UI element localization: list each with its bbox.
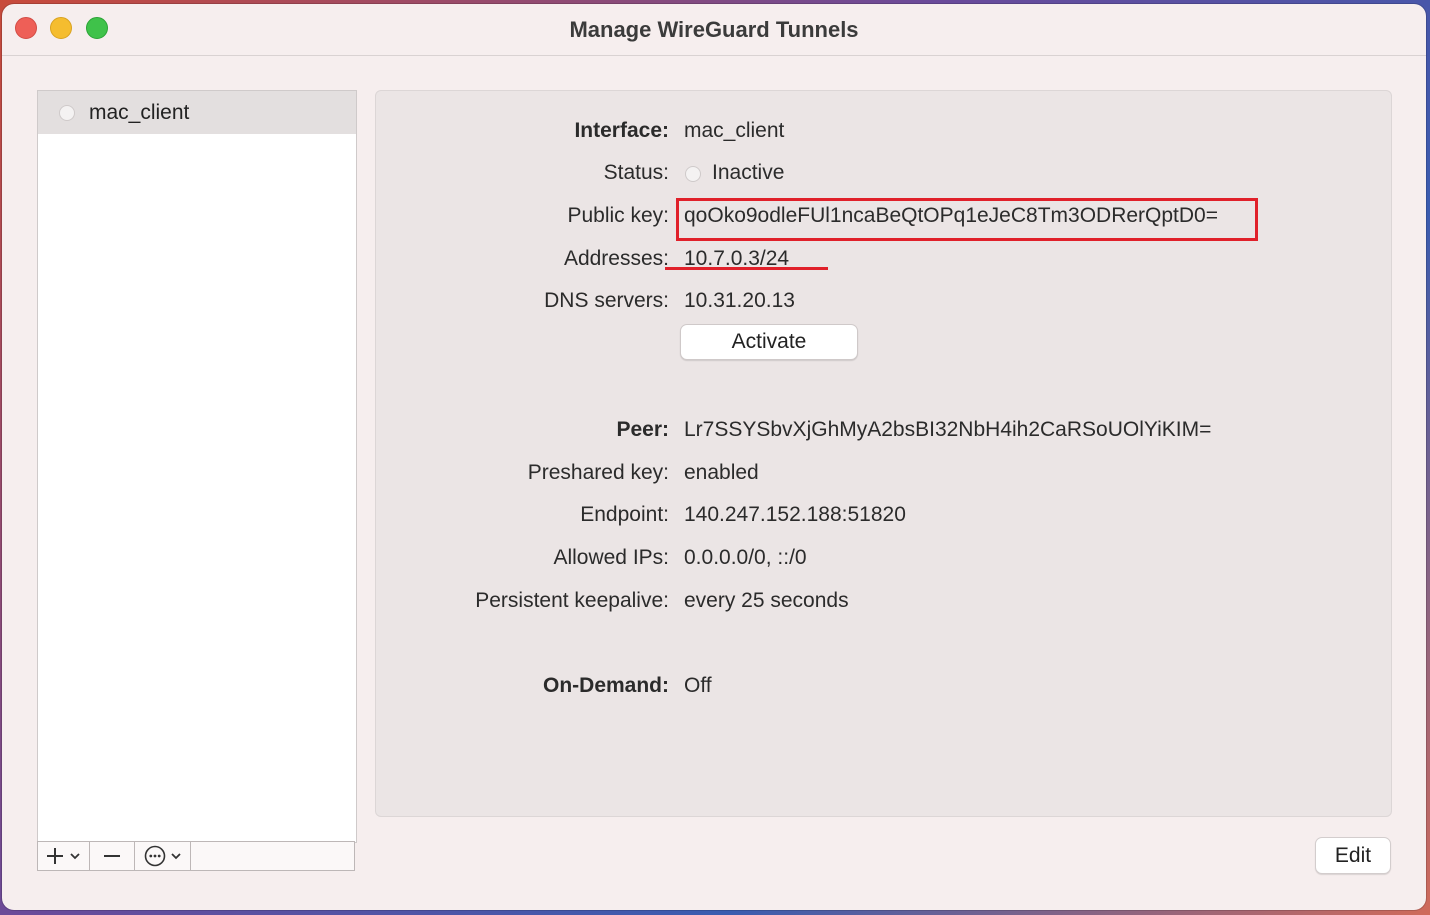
peer-value: Lr7SSYSbvXjGhMyA2bsBI32NbH4ih2CaRSoUOlYi… bbox=[684, 418, 1212, 441]
keepalive-value: every 25 seconds bbox=[684, 589, 849, 612]
keepalive-row: Persistent keepalive: every 25 seconds bbox=[376, 589, 1391, 619]
tunnel-list: mac_client bbox=[37, 90, 357, 843]
keepalive-label: Persistent keepalive: bbox=[475, 589, 669, 612]
preshared-key-value: enabled bbox=[684, 461, 759, 484]
ellipsis-circle-icon bbox=[144, 845, 165, 867]
tunnel-name: mac_client bbox=[89, 101, 190, 124]
peer-row: Peer: Lr7SSYSbvXjGhMyA2bsBI32NbH4ih2CaRS… bbox=[376, 418, 1391, 448]
preshared-key-label: Preshared key: bbox=[527, 461, 669, 484]
on-demand-row: On-Demand: Off bbox=[376, 674, 1391, 704]
activate-button[interactable]: Activate bbox=[680, 324, 858, 360]
allowed-ips-label: Allowed IPs: bbox=[553, 546, 669, 569]
peer-label: Peer: bbox=[616, 418, 669, 441]
status-value: Inactive bbox=[712, 161, 785, 184]
plus-icon bbox=[47, 848, 63, 864]
addresses-label: Addresses: bbox=[563, 247, 669, 270]
preshared-key-row: Preshared key: enabled bbox=[376, 461, 1391, 491]
interface-label: Interface: bbox=[574, 119, 669, 142]
endpoint-row: Endpoint: 140.247.152.188:51820 bbox=[376, 503, 1391, 533]
title-bar: Manage WireGuard Tunnels bbox=[2, 4, 1426, 56]
chevron-down-icon bbox=[170, 853, 181, 860]
allowed-ips-value: 0.0.0.0/0, ::/0 bbox=[684, 546, 807, 569]
status-row: Status: Inactive bbox=[376, 161, 1391, 191]
on-demand-label: On-Demand: bbox=[543, 674, 669, 697]
public-key-value: qoOko9odleFUl1ncaBeQtOPq1eJeC8Tm3ODRerQp… bbox=[684, 204, 1219, 227]
dns-row: DNS servers: 10.31.20.13 bbox=[376, 289, 1391, 319]
chevron-down-icon bbox=[70, 853, 80, 860]
tunnel-detail-panel: Interface: mac_client Status: Inactive P… bbox=[375, 90, 1392, 817]
allowed-ips-row: Allowed IPs: 0.0.0.0/0, ::/0 bbox=[376, 546, 1391, 576]
dns-value: 10.31.20.13 bbox=[684, 289, 795, 312]
interface-value: mac_client bbox=[684, 119, 785, 142]
public-key-row: Public key: qoOko9odleFUl1ncaBeQtOPq1eJe… bbox=[376, 198, 1391, 241]
tunnel-status-indicator bbox=[59, 105, 75, 121]
tunnel-list-toolbar bbox=[37, 841, 355, 871]
wireguard-window: Manage WireGuard Tunnels mac_client Inte… bbox=[2, 4, 1426, 910]
add-tunnel-button[interactable] bbox=[38, 842, 90, 870]
edit-button[interactable]: Edit bbox=[1315, 837, 1391, 874]
status-indicator-icon bbox=[685, 166, 701, 182]
endpoint-label: Endpoint: bbox=[580, 503, 669, 526]
endpoint-value: 140.247.152.188:51820 bbox=[684, 503, 906, 526]
minus-icon bbox=[104, 855, 120, 857]
public-key-label: Public key: bbox=[567, 204, 669, 227]
addresses-underline-annotation bbox=[665, 267, 828, 270]
more-actions-button[interactable] bbox=[135, 842, 191, 870]
status-label: Status: bbox=[603, 161, 669, 184]
window-title: Manage WireGuard Tunnels bbox=[569, 17, 859, 42]
addresses-row: Addresses: 10.7.0.3/24 bbox=[376, 247, 1391, 277]
on-demand-value: Off bbox=[684, 674, 712, 697]
dns-label: DNS servers: bbox=[544, 289, 669, 312]
interface-row: Interface: mac_client bbox=[376, 119, 1391, 149]
tunnel-list-item[interactable]: mac_client bbox=[38, 91, 356, 134]
remove-tunnel-button[interactable] bbox=[90, 842, 135, 870]
